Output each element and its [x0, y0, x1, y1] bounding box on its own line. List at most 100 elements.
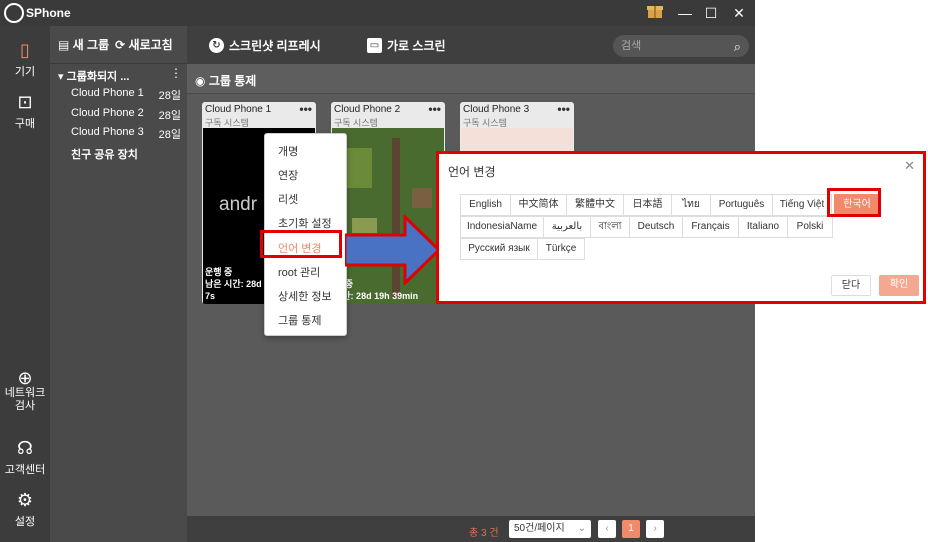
sidebar-item-label: 구매	[14, 118, 36, 130]
arrow-annotation	[345, 215, 441, 285]
language-dialog: 언어 변경 ✕ English 中文简体 繁體中文 日本語 ไทย Portug…	[436, 151, 926, 304]
lang-zh-hans[interactable]: 中文简体	[510, 194, 567, 216]
menu-highlight-box	[260, 230, 342, 258]
card-name: Cloud Phone 2	[334, 104, 401, 115]
group-control-label: 그룹 통제	[208, 74, 257, 88]
title-bar: SPhone — ☐ ✕	[0, 0, 755, 26]
cancel-button[interactable]: 닫다	[831, 275, 871, 296]
sidebar-item-support[interactable]: ☊ 고객센터	[0, 438, 50, 477]
lang-french[interactable]: Français	[682, 216, 739, 238]
globe-icon: ⊕	[17, 368, 33, 388]
refresh-label: 새로고침	[128, 38, 173, 52]
refresh-icon: ↻	[209, 38, 224, 53]
new-group-button[interactable]: ▤ 새 그룹	[58, 36, 109, 53]
phone-days: 28일	[158, 129, 181, 141]
gift-icon[interactable]	[644, 2, 666, 24]
more-icon[interactable]: •••	[428, 102, 441, 116]
friend-share-devices[interactable]: 친구 공유 장치	[71, 146, 138, 162]
menu-item-rename[interactable]: 개명	[278, 143, 298, 159]
search-icon: ⌕	[733, 39, 741, 54]
language-highlight-box	[827, 188, 881, 217]
lang-zh-hant[interactable]: 繁體中文	[566, 194, 624, 216]
sidebar-item-label: 기기	[14, 66, 36, 78]
search-input[interactable]: 검색 ⌕	[613, 35, 749, 57]
phone-name: Cloud Phone 2	[71, 107, 144, 119]
close-icon[interactable]: ✕	[728, 2, 750, 24]
lang-italian[interactable]: Italiano	[738, 216, 788, 238]
maximize-icon[interactable]: ☐	[700, 2, 722, 24]
next-page-button[interactable]: ›	[646, 520, 664, 538]
group-more-icon[interactable]: ⋮	[170, 66, 182, 80]
dialog-title: 언어 변경	[448, 165, 496, 179]
cart-icon: ⊡	[17, 92, 33, 112]
card-status: 운행 중 남은 시간: 28d 7s	[205, 266, 262, 302]
search-placeholder: 검색	[621, 40, 642, 52]
app-logo: SPhone	[4, 3, 71, 23]
group-ungrouped[interactable]: ▾ 그룹화되지 ...	[58, 68, 129, 84]
phone-list-item[interactable]: Cloud Phone 2 28일	[71, 107, 181, 122]
confirm-button[interactable]: 확인	[879, 275, 919, 296]
menu-item-factory-reset[interactable]: 초기화 설정	[278, 215, 332, 231]
lang-vietnamese[interactable]: Tiếng Việt	[772, 194, 832, 216]
lang-thai[interactable]: ไทย	[671, 194, 711, 216]
menu-item-details[interactable]: 상세한 정보	[278, 288, 332, 304]
lang-polish[interactable]: Polski	[787, 216, 833, 238]
logo-icon	[4, 3, 24, 23]
refresh-button[interactable]: ⟳ 새로고침	[115, 36, 173, 53]
device-icon: ▯	[20, 40, 30, 60]
page-size-select[interactable]: 50건/페이지 ⌄	[509, 520, 591, 538]
remaining-extra: 7s	[205, 291, 216, 301]
groups-header: ▤ 새 그룹 ⟳ 새로고침	[50, 26, 187, 64]
phone-name: Cloud Phone 1	[71, 87, 144, 99]
lang-russian[interactable]: Русский язык	[460, 238, 538, 260]
menu-item-group-control[interactable]: 그룹 통제	[278, 312, 322, 328]
app-title: SPhone	[26, 6, 71, 20]
group-control-icon: ◉	[195, 74, 206, 88]
sidebar-item-label: 고객센터	[4, 464, 46, 476]
lang-japanese[interactable]: 日本語	[623, 194, 672, 216]
sidebar-item-label: 네트워크 검사	[4, 387, 46, 412]
gear-icon: ⚙	[16, 490, 34, 510]
prev-page-button[interactable]: ‹	[598, 520, 616, 538]
menu-item-root[interactable]: root 관리	[278, 264, 320, 280]
new-group-label: 새 그룹	[72, 38, 110, 52]
phone-days: 28일	[158, 90, 181, 102]
screen-logo-text: andr	[219, 194, 258, 215]
menu-item-reset[interactable]: 리셋	[278, 191, 298, 207]
menu-item-extend[interactable]: 연장	[278, 167, 298, 183]
lang-english[interactable]: English	[460, 194, 511, 216]
lang-indonesian[interactable]: IndonesiaName	[460, 216, 544, 238]
close-icon[interactable]: ✕	[904, 158, 915, 174]
lang-bengali[interactable]: বাংলা	[590, 216, 630, 238]
status-text: 운행 중	[205, 267, 233, 277]
lang-turkish[interactable]: Türkçe	[537, 238, 585, 260]
phone-days: 28일	[158, 110, 181, 122]
page-button[interactable]: 1	[622, 520, 640, 538]
card-name: Cloud Phone 1	[205, 104, 272, 115]
lang-german[interactable]: Deutsch	[629, 216, 683, 238]
lang-portuguese[interactable]: Português	[710, 194, 773, 216]
sidebar: ▯ 기기 ⊡ 구매 ⊕ 네트워크 검사 ☊ 고객센터 ⚙ 설정	[0, 26, 50, 542]
landscape-button[interactable]: ▭ 가로 스크린	[367, 37, 446, 54]
remaining-text: 남은 시간: 28d	[205, 279, 262, 289]
phone-list-item[interactable]: Cloud Phone 1 28일	[71, 87, 181, 102]
chevron-down-icon: ⌄	[577, 523, 586, 534]
lang-arabic[interactable]: بالعربية	[543, 216, 591, 238]
screenshot-refresh-button[interactable]: ↻ 스크린샷 리프레시	[209, 37, 321, 54]
group-control-button[interactable]: ◉ 그룹 통제	[187, 64, 755, 94]
more-icon[interactable]: •••	[557, 102, 570, 116]
sidebar-item-network[interactable]: ⊕ 네트워크 검사	[0, 368, 50, 413]
minimize-icon[interactable]: —	[674, 2, 696, 24]
pagination-bar: 총 3 건 50건/페이지 ⌄ ‹ 1 ›	[187, 516, 755, 542]
card-name: Cloud Phone 3	[463, 104, 530, 115]
sidebar-item-purchase[interactable]: ⊡ 구매	[0, 92, 50, 131]
total-count: 총 3 건	[469, 528, 499, 539]
phone-list-item[interactable]: Cloud Phone 3 28일	[71, 126, 181, 141]
phone-name: Cloud Phone 3	[71, 126, 144, 138]
more-icon[interactable]: •••	[299, 102, 312, 116]
page-size-value: 50건/페이지	[514, 523, 565, 534]
sidebar-item-devices[interactable]: ▯ 기기	[0, 40, 50, 79]
screenshot-refresh-label: 스크린샷 리프레시	[229, 39, 321, 53]
group-name: 그룹화되지 ...	[66, 71, 130, 83]
sidebar-item-settings[interactable]: ⚙ 설정	[0, 490, 50, 529]
